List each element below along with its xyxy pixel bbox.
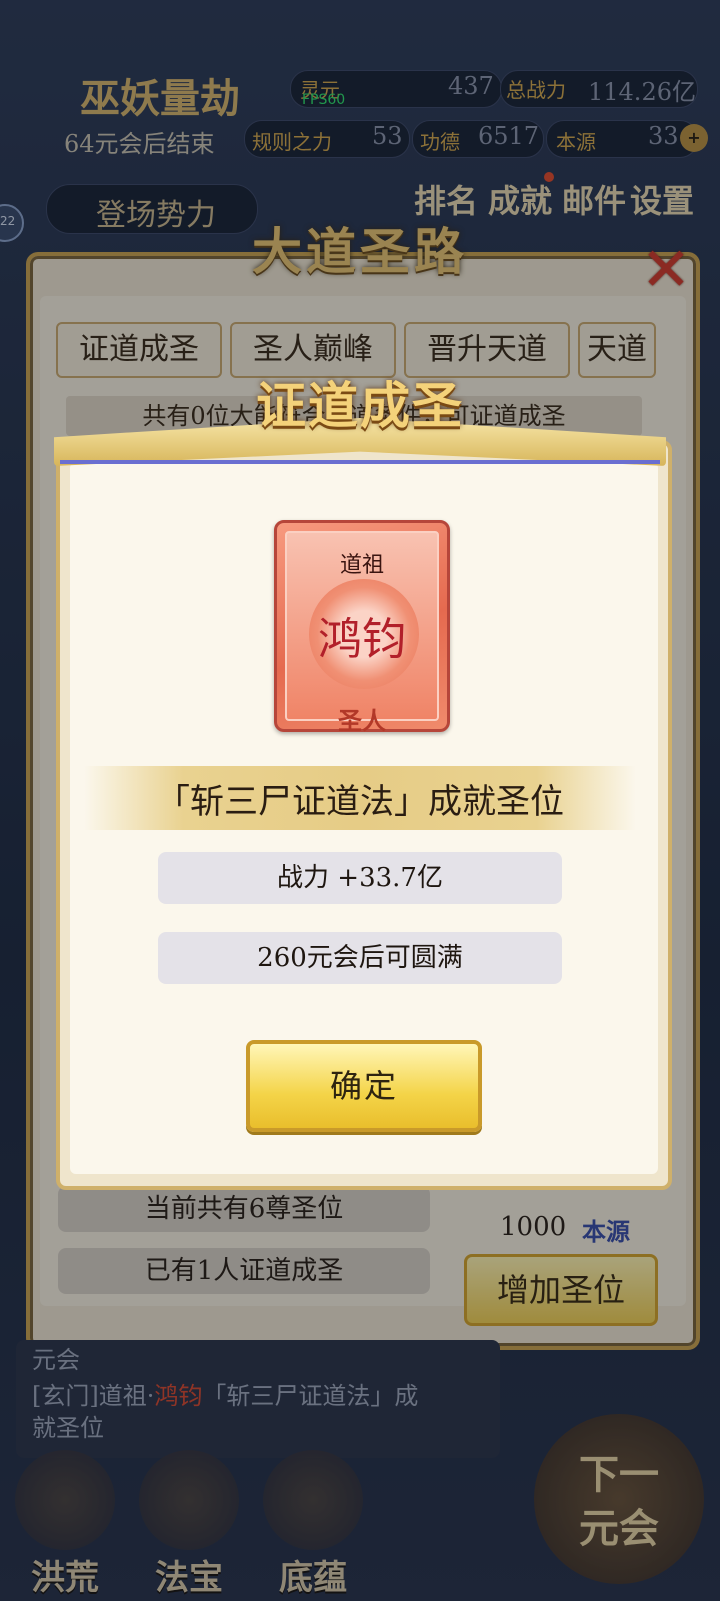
- power-gain: 战力 +33.7亿: [158, 852, 562, 904]
- card-rank: 圣人: [338, 706, 386, 735]
- card-title: 道祖: [339, 553, 384, 578]
- confirm-label: 确定: [329, 1067, 398, 1105]
- saint-card: 道祖 鸿钧 圣人: [274, 520, 450, 735]
- card-name: 鸿钧: [318, 614, 406, 665]
- completion-time: 260元会后可圆满: [158, 932, 562, 984]
- modal-divider: [60, 460, 660, 464]
- modal-title: 证道成圣: [256, 376, 464, 435]
- card-frame: 道祖 鸿钧 圣人: [285, 531, 439, 735]
- confirm-button[interactable]: 确定: [246, 1040, 482, 1132]
- ascension-method: 「斩三尸证道法」成就圣位: [156, 782, 564, 822]
